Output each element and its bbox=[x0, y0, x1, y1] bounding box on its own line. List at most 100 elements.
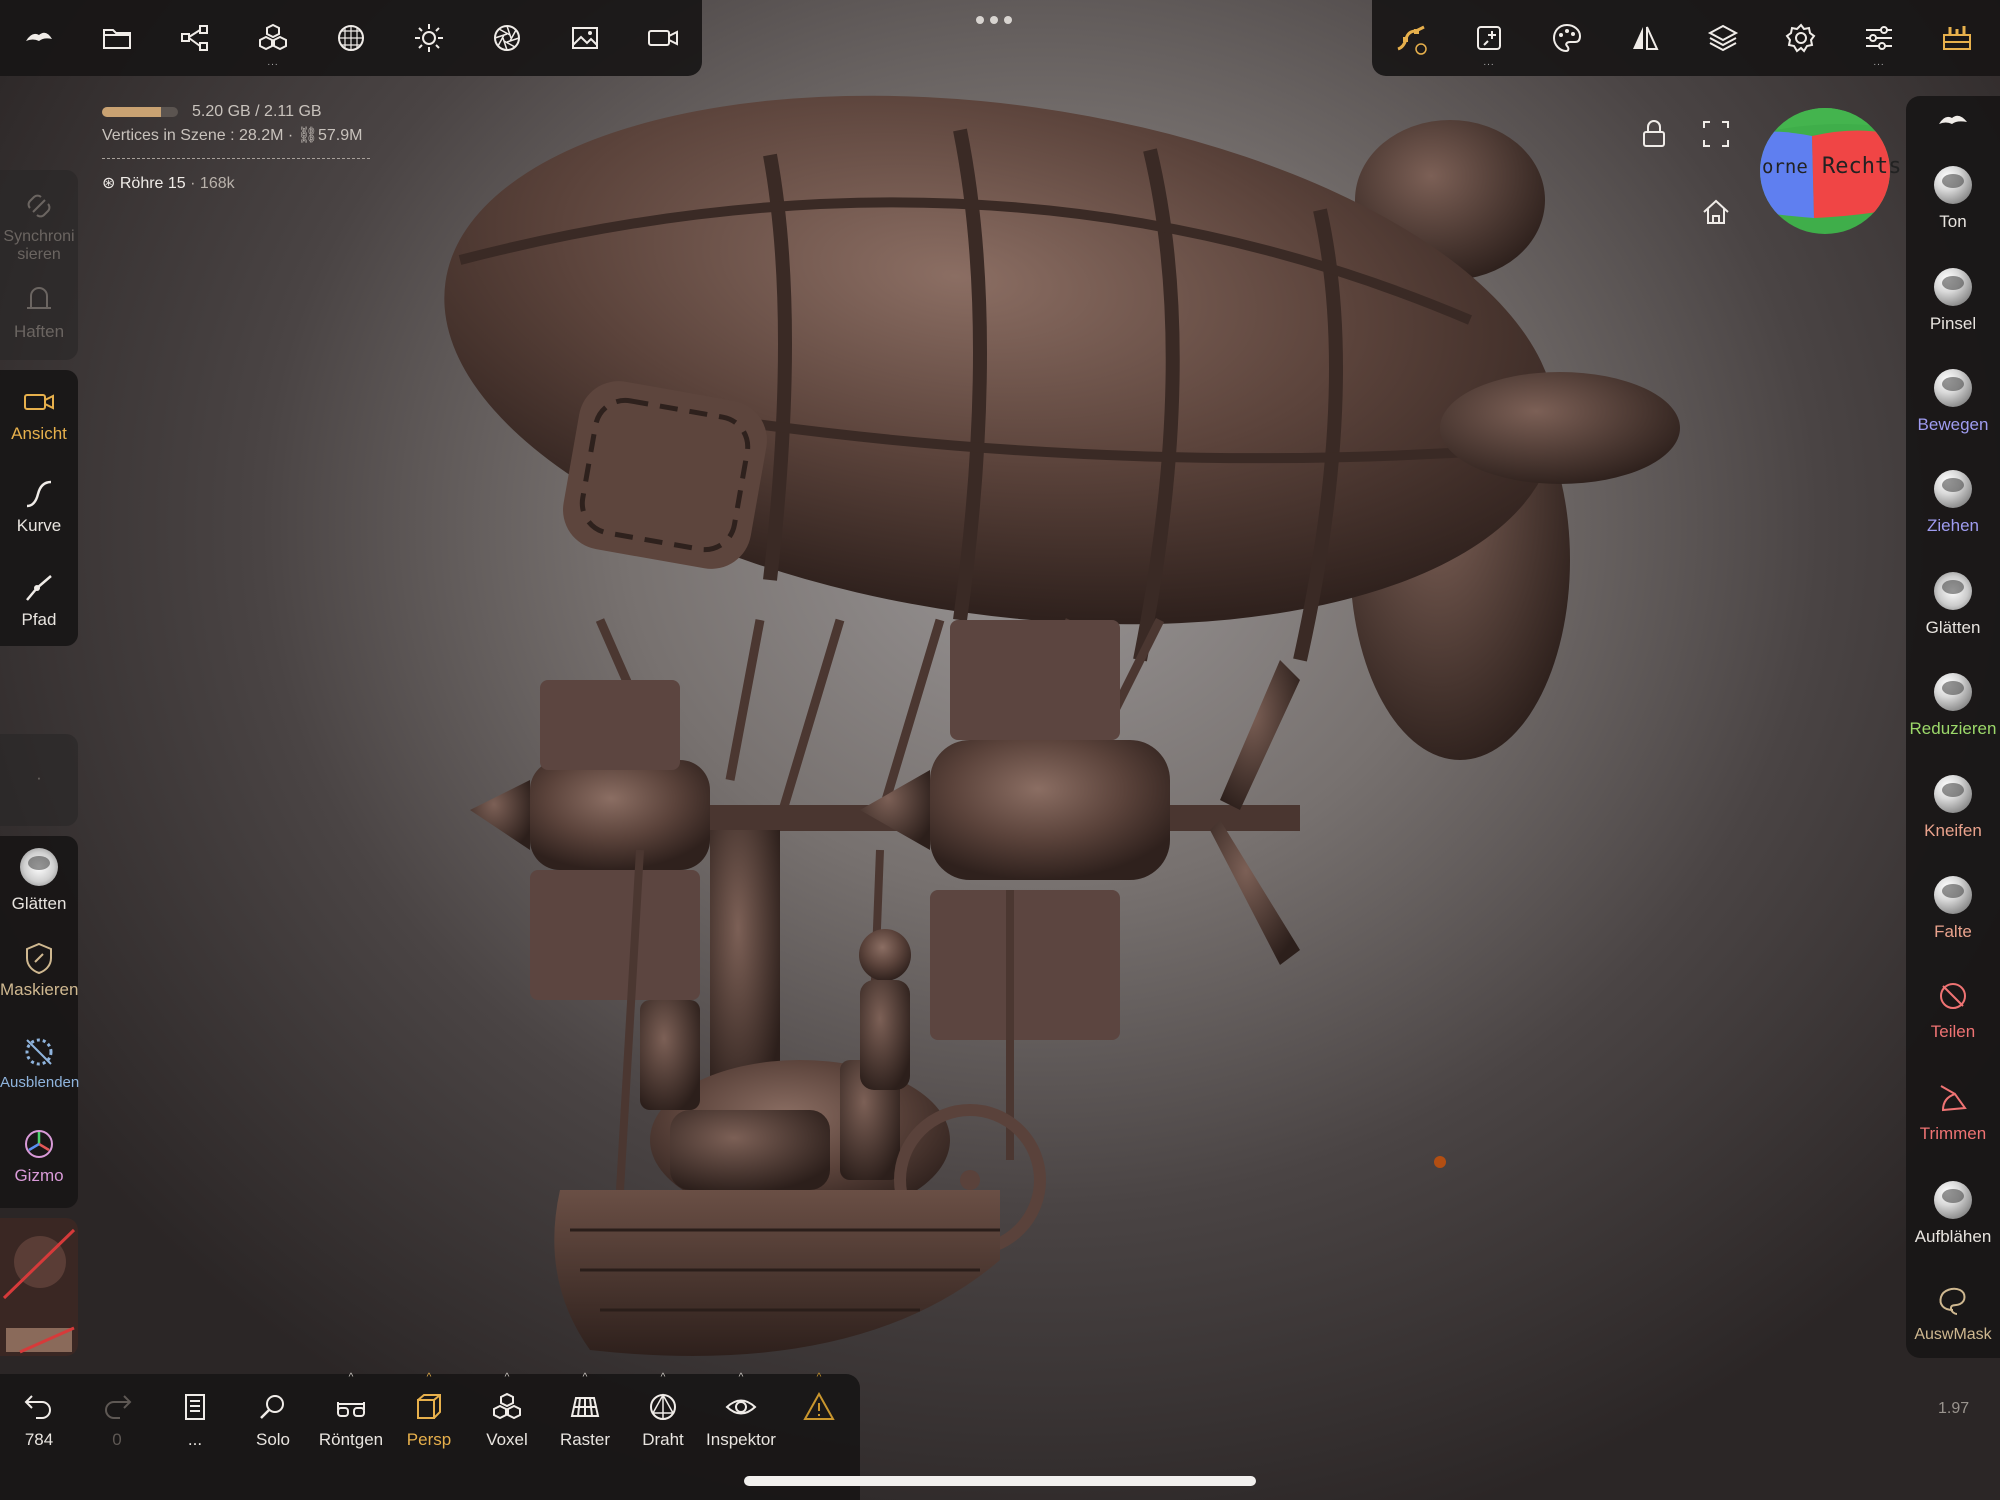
curve-icon bbox=[26, 480, 52, 508]
redo-count: 0 bbox=[112, 1430, 122, 1449]
gizmo-button[interactable]: Gizmo bbox=[0, 1126, 78, 1186]
linked-value: 57.9M bbox=[317, 127, 363, 144]
camera-icon[interactable] bbox=[624, 0, 702, 76]
version-label: 1.97 bbox=[1938, 1400, 1970, 1417]
fullscreen-icon[interactable] bbox=[1696, 114, 1736, 154]
solo-button[interactable]: Solo bbox=[234, 1382, 312, 1450]
tool-inflate[interactable]: Aufblähen bbox=[1906, 1181, 2000, 1247]
stick-button[interactable]: Haften bbox=[0, 282, 78, 342]
tool-drag[interactable]: Ziehen bbox=[1906, 470, 2000, 536]
pivot-point-marker[interactable] bbox=[1434, 1156, 1446, 1168]
sliders-icon[interactable]: ... bbox=[1840, 0, 1918, 76]
layers-icon[interactable] bbox=[1684, 0, 1762, 76]
mask-label: Maskieren bbox=[0, 980, 79, 999]
smooth-quick-button[interactable]: Glätten bbox=[0, 848, 78, 914]
tool-clay[interactable]: Ton bbox=[1906, 166, 2000, 232]
tool-drag-label: Ziehen bbox=[1927, 516, 1979, 535]
reduce-sphere-icon bbox=[1934, 673, 1972, 711]
voxel-label: Voxel bbox=[486, 1430, 528, 1449]
tool-brush-label: Pinsel bbox=[1929, 314, 1977, 333]
sync-button[interactable]: Synchroni sieren bbox=[0, 188, 78, 264]
curve-button[interactable]: Kurve bbox=[0, 476, 78, 536]
lasso-icon bbox=[1939, 1287, 1966, 1315]
tool-reduce[interactable]: Reduzieren bbox=[1906, 673, 2000, 739]
tool-brush[interactable]: Pinsel bbox=[1906, 268, 2000, 334]
redo-button[interactable]: 0 bbox=[78, 1382, 156, 1450]
crease-sphere-icon bbox=[1934, 876, 1972, 914]
voxel-button[interactable]: ^ Voxel bbox=[468, 1373, 546, 1450]
warning-icon bbox=[803, 1391, 835, 1420]
xray-button[interactable]: ^ Röntgen bbox=[312, 1373, 390, 1450]
view-button[interactable]: Ansicht bbox=[0, 384, 78, 444]
file-button[interactable]: ... bbox=[156, 1382, 234, 1450]
image-icon[interactable] bbox=[546, 0, 624, 76]
tool-trim[interactable]: Trimmen bbox=[1906, 1080, 2000, 1144]
empty-slot[interactable]: · bbox=[0, 768, 78, 788]
gear-icon[interactable] bbox=[1762, 0, 1840, 76]
tool-trim-label: Trimmen bbox=[1919, 1124, 1987, 1143]
home-indicator[interactable] bbox=[744, 1476, 1256, 1486]
scene-info: 5.20 GB / 2.11 GB Vertices in Szene : 28… bbox=[102, 100, 370, 193]
grid-button[interactable]: ^ Raster bbox=[546, 1373, 624, 1450]
tool-select-mask[interactable]: AuswMask bbox=[1906, 1282, 2000, 1344]
file-more: ... bbox=[187, 1430, 203, 1449]
undo-button[interactable]: 784 bbox=[0, 1382, 78, 1450]
glasses-icon bbox=[337, 1402, 365, 1417]
search-icon bbox=[260, 1395, 284, 1419]
xray-label: Röntgen bbox=[318, 1430, 384, 1449]
interface-icon[interactable] bbox=[1918, 0, 1996, 76]
path-button[interactable]: Pfad bbox=[0, 570, 78, 630]
nomad-menu-icon[interactable] bbox=[1906, 104, 2000, 148]
hide-button[interactable]: Ausblenden bbox=[0, 1034, 79, 1091]
nomad-logo-icon[interactable] bbox=[0, 0, 78, 76]
cube-front-label: orne bbox=[1762, 156, 1808, 178]
object-icon: ⊛ bbox=[102, 175, 116, 192]
cubes-icon[interactable]: ... bbox=[234, 0, 312, 76]
lock-icon[interactable] bbox=[1634, 114, 1674, 154]
document-icon bbox=[185, 1394, 205, 1420]
path-icon bbox=[26, 575, 52, 601]
object-count: · 168k bbox=[190, 175, 235, 192]
aperture-icon[interactable] bbox=[468, 0, 546, 76]
topology-icon[interactable]: ... bbox=[1450, 0, 1528, 76]
xray-caret: ^ bbox=[348, 1372, 354, 1383]
memory-text: 5.20 GB / 2.11 GB bbox=[192, 103, 322, 120]
tool-clay-label: Ton bbox=[1939, 212, 1967, 231]
wireframe-button[interactable]: ^ Draht bbox=[624, 1373, 702, 1450]
persp-button[interactable]: ^ Persp bbox=[390, 1373, 468, 1450]
tool-select-mask-label: AuswMask bbox=[1914, 1326, 1992, 1343]
warning-button[interactable]: ^ bbox=[780, 1373, 858, 1430]
palette-icon[interactable] bbox=[1528, 0, 1606, 76]
symmetry-icon[interactable] bbox=[1606, 0, 1684, 76]
inflate-sphere-icon bbox=[1934, 1181, 1972, 1219]
hide-icon bbox=[25, 1038, 53, 1066]
sun-icon[interactable] bbox=[390, 0, 468, 76]
perspective-icon bbox=[417, 1394, 441, 1419]
tool-crease[interactable]: Falte bbox=[1906, 876, 2000, 942]
home-icon[interactable] bbox=[1696, 192, 1736, 232]
tool-move[interactable]: Bewegen bbox=[1906, 369, 2000, 435]
airship-model[interactable] bbox=[440, 60, 1740, 1380]
scene-graph-icon[interactable] bbox=[156, 0, 234, 76]
tool-reduce-label: Reduzieren bbox=[1909, 719, 1997, 738]
memory-bar bbox=[102, 106, 178, 117]
inspector-caret: ^ bbox=[738, 1372, 744, 1383]
memory-row: 5.20 GB / 2.11 GB bbox=[102, 100, 370, 124]
link-icon bbox=[27, 194, 51, 218]
mask-button[interactable]: Maskieren bbox=[0, 940, 78, 1000]
color-swatch-panel[interactable] bbox=[0, 1218, 78, 1356]
info-divider bbox=[102, 158, 370, 159]
persp-label: Persp bbox=[406, 1430, 452, 1449]
tool-crease-label: Falte bbox=[1934, 922, 1972, 941]
curve-tool-icon[interactable] bbox=[1372, 0, 1450, 76]
more-menu-dots[interactable] bbox=[976, 16, 1012, 24]
inspector-button[interactable]: ^ Inspektor bbox=[702, 1373, 780, 1450]
folder-icon[interactable] bbox=[78, 0, 156, 76]
sphere-grid-icon[interactable] bbox=[312, 0, 390, 76]
tool-smooth[interactable]: Glätten bbox=[1906, 572, 2000, 638]
pinch-sphere-icon bbox=[1934, 775, 1972, 813]
vertices-row: Vertices in Szene : 28.2M · ⛓57.9M bbox=[102, 127, 363, 144]
tool-split[interactable]: Teilen bbox=[1906, 978, 2000, 1042]
selected-object[interactable]: ⊛ Röhre 15 · 168k bbox=[102, 173, 370, 193]
tool-pinch[interactable]: Kneifen bbox=[1906, 775, 2000, 841]
